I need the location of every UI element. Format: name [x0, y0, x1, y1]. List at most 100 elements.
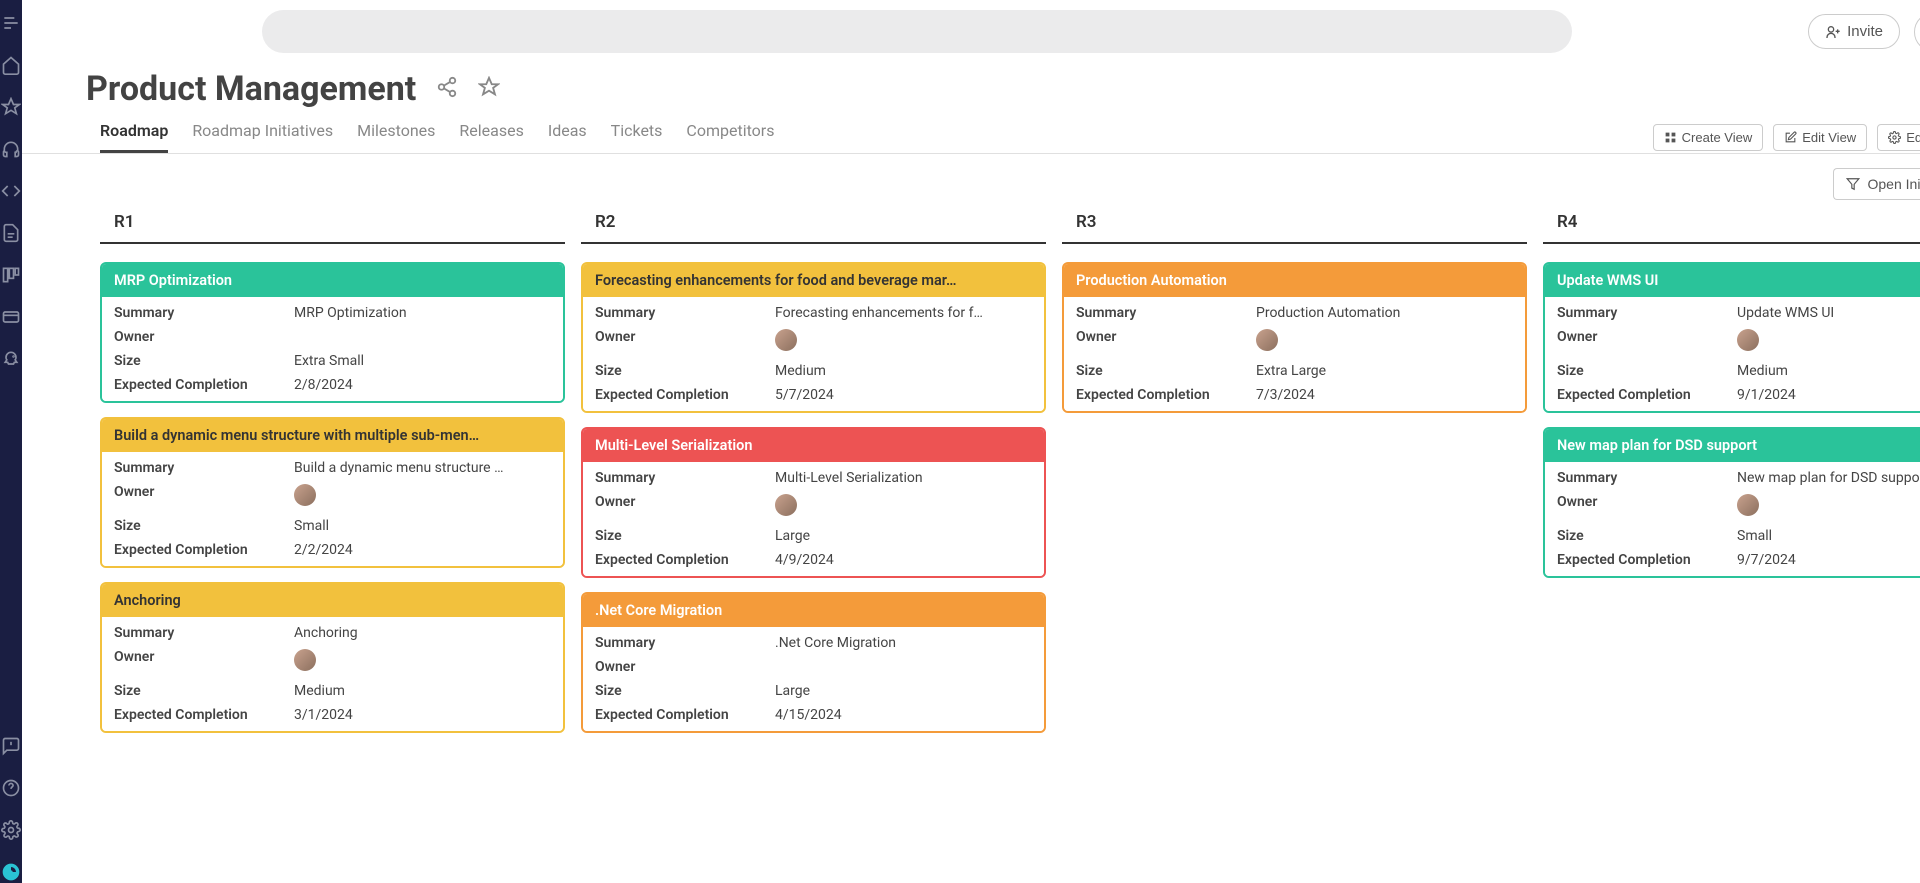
- tabs: Roadmap Roadmap Initiatives Milestones Rele…: [100, 121, 774, 153]
- field-label: Expected Completion: [1076, 387, 1256, 403]
- column-header: R4: [1543, 212, 1920, 244]
- card-body: SummaryMulti-Level SerializationOwnerSiz…: [583, 462, 1044, 576]
- page-header: Product Management: [22, 53, 1920, 109]
- column-header: R2: [581, 212, 1046, 244]
- tab-milestones[interactable]: Milestones: [357, 121, 435, 153]
- columns-icon[interactable]: [0, 264, 22, 286]
- card-body: SummaryForecasting enhancements for f…Ow…: [583, 297, 1044, 411]
- card-body: Summary.Net Core MigrationOwnerSizeLarge…: [583, 627, 1044, 731]
- card-field-row: Owner: [102, 325, 563, 349]
- star-icon[interactable]: [0, 96, 22, 118]
- field-label: Expected Completion: [595, 552, 775, 568]
- card-field-row: Summary.Net Core Migration: [583, 627, 1044, 655]
- code-icon[interactable]: [0, 180, 22, 202]
- initiative-card[interactable]: Production AutomationSummaryProduction A…: [1062, 262, 1527, 413]
- field-value: 4/15/2024: [775, 707, 1032, 723]
- card-title: Forecasting enhancements for food and be…: [583, 264, 1044, 297]
- owner-avatar: [1256, 329, 1278, 351]
- document-icon[interactable]: [0, 222, 22, 244]
- headphones-icon[interactable]: [0, 138, 22, 160]
- invite-button[interactable]: Invite: [1808, 14, 1900, 49]
- initiative-card[interactable]: Forecasting enhancements for food and be…: [581, 262, 1046, 413]
- card-icon[interactable]: [0, 306, 22, 328]
- home-icon[interactable]: [0, 54, 22, 76]
- card-body: SummaryBuild a dynamic menu structure …O…: [102, 452, 563, 566]
- card-field-row: SummaryProduction Automation: [1064, 297, 1525, 325]
- field-value: 5/7/2024: [775, 387, 1032, 403]
- initiative-card[interactable]: .Net Core MigrationSummary.Net Core Migr…: [581, 592, 1046, 733]
- field-value: 9/1/2024: [1737, 387, 1920, 403]
- menu-icon[interactable]: [0, 12, 22, 34]
- card-field-row: Owner: [1545, 325, 1920, 359]
- field-label: Owner: [595, 659, 775, 675]
- field-label: Owner: [1557, 494, 1737, 520]
- field-value: [775, 659, 1032, 675]
- field-label: Owner: [1076, 329, 1256, 355]
- tab-roadmap[interactable]: Roadmap: [100, 121, 168, 153]
- piggybank-icon[interactable]: [0, 348, 22, 370]
- card-field-row: Owner: [583, 655, 1044, 679]
- initiative-card[interactable]: AnchoringSummaryAnchoringOwnerSizeMedium…: [100, 582, 565, 733]
- field-value: MRP Optimization: [294, 305, 551, 321]
- feedback-icon[interactable]: [0, 735, 22, 757]
- tab-ideas[interactable]: Ideas: [548, 121, 587, 153]
- card-field-row: Expected Completion2/8/2024: [102, 373, 563, 401]
- card-field-row: Expected Completion2/2/2024: [102, 538, 563, 566]
- create-view-button[interactable]: Create View: [1653, 124, 1764, 151]
- favorite-icon[interactable]: [478, 76, 500, 102]
- share-icon[interactable]: [436, 76, 458, 102]
- field-value: Large: [775, 683, 1032, 699]
- initiative-card[interactable]: MRP OptimizationSummaryMRP OptimizationO…: [100, 262, 565, 403]
- field-value: Medium: [775, 363, 1032, 379]
- tab-tickets[interactable]: Tickets: [611, 121, 663, 153]
- edit-workspace-label: Edit Workspace: [1906, 130, 1920, 145]
- logo-icon[interactable]: [0, 861, 22, 883]
- card-title: Production Automation: [1064, 264, 1525, 297]
- field-label: Owner: [595, 494, 775, 520]
- column-header: R3: [1062, 212, 1527, 244]
- card-field-row: Expected Completion9/1/2024: [1545, 383, 1920, 411]
- field-value: Forecasting enhancements for f…: [775, 305, 1032, 321]
- board-column: R3 Production AutomationSummaryProduction…: [1062, 212, 1527, 747]
- field-value: [294, 329, 551, 345]
- filter-button[interactable]: Open Initiatives: [1833, 168, 1920, 200]
- initiative-card[interactable]: Build a dynamic menu structure with mult…: [100, 417, 565, 568]
- field-label: Owner: [595, 329, 775, 355]
- field-label: Size: [595, 363, 775, 379]
- field-label: Summary: [1557, 470, 1737, 486]
- edit-view-button[interactable]: Edit View: [1773, 124, 1867, 151]
- settings-icon[interactable]: [0, 819, 22, 841]
- page-title: Product Management: [86, 69, 416, 109]
- initiative-card[interactable]: Update WMS UISummaryUpdate WMS UIOwnerSi…: [1543, 262, 1920, 413]
- field-label: Size: [114, 353, 294, 369]
- card-field-row: SizeMedium: [1545, 359, 1920, 383]
- card-field-row: SummaryUpdate WMS UI: [1545, 297, 1920, 325]
- tab-releases[interactable]: Releases: [459, 121, 523, 153]
- field-label: Size: [114, 683, 294, 699]
- card-title: Build a dynamic menu structure with mult…: [102, 419, 563, 452]
- field-value: New map plan for DSD support: [1737, 470, 1920, 486]
- card-field-row: SizeMedium: [102, 679, 563, 703]
- tab-roadmap-initiatives[interactable]: Roadmap Initiatives: [192, 121, 333, 153]
- field-value: 7/3/2024: [1256, 387, 1513, 403]
- tab-competitors[interactable]: Competitors: [686, 121, 774, 153]
- search-input[interactable]: [262, 10, 1572, 53]
- notifications-button[interactable]: 3: [1914, 12, 1920, 52]
- help-icon[interactable]: [0, 777, 22, 799]
- field-label: Owner: [114, 484, 294, 510]
- edit-workspace-button[interactable]: Edit Workspace: [1877, 124, 1920, 151]
- field-value: Extra Large: [1256, 363, 1513, 379]
- initiative-card[interactable]: Multi-Level SerializationSummaryMulti-Le…: [581, 427, 1046, 578]
- card-field-row: SummaryNew map plan for DSD support: [1545, 462, 1920, 490]
- field-value: Multi-Level Serialization: [775, 470, 1032, 486]
- field-label: Expected Completion: [114, 707, 294, 723]
- field-label: Summary: [114, 625, 294, 641]
- initiative-card[interactable]: New map plan for DSD supportSummaryNew m…: [1543, 427, 1920, 578]
- field-label: Size: [1557, 528, 1737, 544]
- card-title: Anchoring: [102, 584, 563, 617]
- board-column: R1MRP OptimizationSummaryMRP Optimizatio…: [100, 212, 565, 747]
- card-field-row: SizeExtra Small: [102, 349, 563, 373]
- tab-row: Roadmap Roadmap Initiatives Milestones Rele…: [22, 109, 1920, 154]
- field-value: 4/9/2024: [775, 552, 1032, 568]
- field-label: Expected Completion: [595, 707, 775, 723]
